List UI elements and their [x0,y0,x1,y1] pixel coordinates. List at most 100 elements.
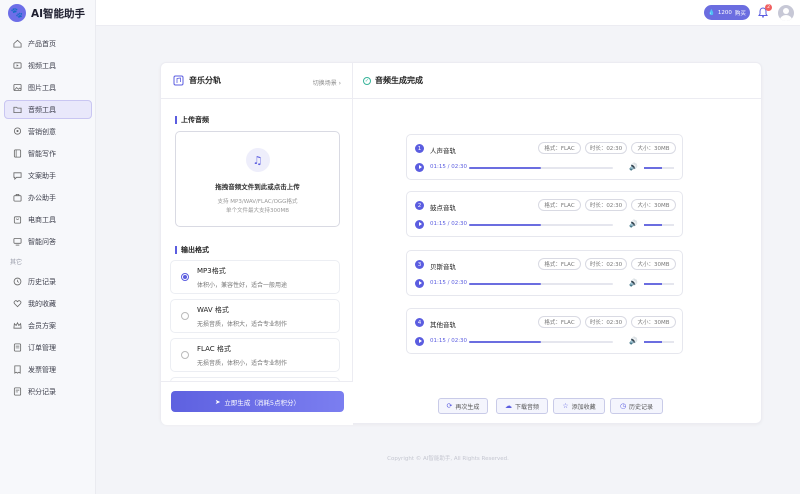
sidebar-item-2[interactable]: 视频工具 [4,56,92,75]
play-button[interactable] [415,163,424,172]
play-button[interactable] [415,220,424,229]
format-desc: 体积小，兼容性好，适合一般用途 [197,282,288,289]
track-card: 1 人声音轨 格式：FLAC 时长：02:30 大小：30MB 01:15 / 02:30… [406,134,683,180]
radio-button[interactable] [181,351,189,359]
upload-limit: 单个文件最大支持300MB [225,208,290,214]
generate-button[interactable]: ➤ 立即生成（消耗5点积分） [171,391,344,412]
screen-icon [13,237,22,246]
track-name: 鼓点音轨 [430,204,456,212]
sidebar-other-item-5[interactable]: 发票管理 [4,360,92,379]
left-panel: 音乐分轨 切换场景 › 上传音频 ♫ 拖拽音频文件到此或点击上传 支持 MP3/… [161,63,353,425]
volume-icon[interactable]: 🔊 [629,337,638,345]
sidebar-item-4[interactable]: 音频工具 [4,100,92,119]
sidebar-item-7[interactable]: 文案助手 [4,166,92,185]
history-button[interactable]: ◷ 历史记录 [610,398,663,414]
duration-tag: 时长：02:30 [585,316,627,328]
book-icon [13,149,22,158]
track-number: 4 [415,318,424,327]
download-button[interactable]: ☁ 下载音频 [496,398,548,414]
avatar[interactable] [778,5,794,21]
right-panel-header: ✓ 音频生成完成 [353,63,761,99]
app-logo[interactable]: 🐾 AI智能助手 [8,4,85,22]
upload-title: 拖拽音频文件到此或点击上传 [215,183,300,191]
clock-icon: ◷ [619,402,627,410]
volume-icon[interactable]: 🔊 [629,163,638,171]
notification-badge: 2 [765,4,772,11]
sidebar-item-label: 音频工具 [28,105,56,114]
progress-bar[interactable] [469,167,613,169]
credits-buy-button[interactable]: 💧 1200 购买 [704,5,750,20]
volume-slider[interactable] [644,167,674,169]
panel-title: 音乐分轨 [189,76,221,85]
heart-icon [13,299,22,308]
sidebar-item-6[interactable]: 智能写作 [4,144,92,163]
home-icon [13,39,22,48]
music-file-icon [173,75,184,86]
volume-slider[interactable] [644,283,674,285]
volume-slider[interactable] [644,224,674,226]
track-name: 贝斯音轨 [430,263,456,271]
upload-dropzone[interactable]: ♫ 拖拽音频文件到此或点击上传 支持 MP3/WAV/FLAC/OGG格式 单个… [175,131,340,227]
sidebar-item-5[interactable]: 营销创意 [4,122,92,141]
sidebar-other-item-3[interactable]: 会员方案 [4,316,92,335]
left-panel-header: 音乐分轨 切换场景 › [161,63,352,99]
size-tag: 大小：30MB [631,142,676,154]
radio-button[interactable] [181,312,189,320]
regenerate-button[interactable]: ⟳ 再次生成 [438,398,488,414]
duration-tag: 时长：02:30 [585,199,627,211]
sidebar-other-item-1[interactable]: 历史记录 [4,272,92,291]
sidebar-item-label: 我的收藏 [28,299,56,308]
topbar: 💧 1200 购买 2 [96,0,800,26]
play-button[interactable] [415,279,424,288]
format-option[interactable]: FLAC 格式 无损音质，体积小，适合专业制作 [170,338,340,372]
radio-button[interactable] [181,273,189,281]
sidebar-item-10[interactable]: 智能问答 [4,232,92,251]
buy-label: 购买 [734,10,746,17]
track-number: 1 [415,144,424,153]
chat-icon [13,171,22,180]
size-tag: 大小：30MB [631,199,676,211]
progress-bar[interactable] [469,224,613,226]
volume-icon[interactable]: 🔊 [629,220,638,228]
sidebar-other-item-6[interactable]: 积分记录 [4,382,92,401]
crown-icon [13,321,22,330]
generate-label: 立即生成（消耗5点积分） [224,398,301,407]
download-label: 下载音频 [514,403,539,411]
sidebar-item-label: 订单管理 [28,343,56,352]
sidebar-item-9[interactable]: 电商工具 [4,210,92,229]
track-card: 4 其他音轨 格式：FLAC 时长：02:30 大小：30MB 01:15 / 02:30… [406,308,683,354]
volume-slider[interactable] [644,341,674,343]
history-icon [13,277,22,286]
progress-bar[interactable] [469,283,613,285]
sidebar-other-item-4[interactable]: 订单管理 [4,338,92,357]
size-tag: 大小：30MB [631,316,676,328]
regenerate-label: 再次生成 [455,403,480,411]
history-label: 历史记录 [629,403,654,411]
sidebar-item-1[interactable]: 产品首页 [4,34,92,53]
format-tag: 格式：FLAC [538,258,581,270]
track-time: 01:15 / 02:30 [430,338,468,344]
sidebar-other-item-2[interactable]: 我的收藏 [4,294,92,313]
briefcase-icon [13,193,22,202]
image-icon [13,83,22,92]
check-circle-icon: ✓ [363,76,371,85]
sidebar-item-3[interactable]: 图片工具 [4,78,92,97]
switch-scene-link[interactable]: 切换场景 › [313,78,341,87]
format-desc: 无损音质，体积小，适合专业制作 [197,360,288,367]
sidebar-item-label: 智能写作 [28,149,56,158]
refresh-icon: ⟳ [446,402,453,410]
sidebar-item-label: 智能问答 [28,237,56,246]
format-option[interactable]: WAV 格式 无损音质，体积大，适合专业制作 [170,299,340,333]
sidebar-item-label: 营销创意 [28,127,56,136]
format-option[interactable]: MP3格式 体积小，兼容性好，适合一般用途 [170,260,340,294]
paw-logo-icon: 🐾 [8,4,26,22]
cart-icon [13,215,22,224]
sidebar-item-8[interactable]: 办公助手 [4,188,92,207]
list-icon [13,343,22,352]
play-button[interactable] [415,337,424,346]
points-icon [13,387,22,396]
favorite-button[interactable]: ☆ 添加收藏 [553,398,605,414]
credit-drop-icon: 💧 [708,9,715,16]
progress-bar[interactable] [469,341,613,343]
volume-icon[interactable]: 🔊 [629,279,638,287]
